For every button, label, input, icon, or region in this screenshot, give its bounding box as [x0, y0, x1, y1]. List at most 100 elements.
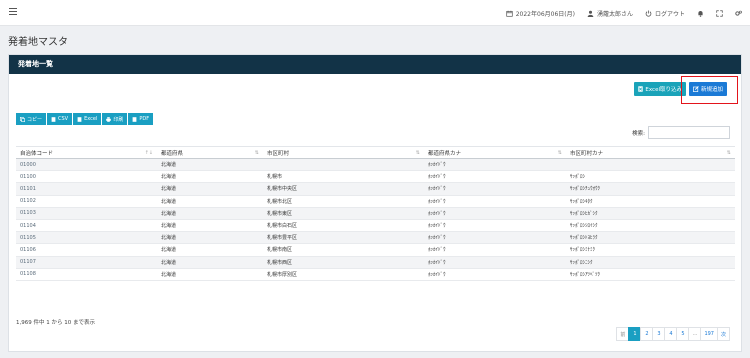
card-actions: Excel取り込み 新規追加	[634, 82, 727, 96]
search-label: 検索:	[632, 130, 645, 137]
user-menu[interactable]: 湧蘿太郎さん	[587, 9, 633, 18]
gears-icon	[735, 10, 742, 16]
power-icon	[645, 10, 652, 17]
cell-code: 01000	[16, 158, 157, 172]
cell-prefecture: 北海道	[157, 182, 263, 196]
col-header-city[interactable]: 市区町村 ⇅	[263, 146, 424, 159]
table-search: 検索:	[632, 126, 730, 139]
page-title: 発着地マスタ	[8, 37, 68, 48]
user-icon	[587, 10, 594, 17]
cell-city-kana: ｻｯﾎﾟﾛｼ	[566, 170, 735, 184]
cell-city	[263, 158, 424, 172]
print-label: 印刷	[113, 116, 124, 123]
table-row[interactable]: 01102 北海道 札幌市北区 ﾎｯｶｲﾄﾞｳ ｻｯﾎﾟﾛｼｷﾀｸ	[16, 195, 735, 208]
date-display: 2022年06月06日(月)	[506, 9, 575, 18]
cell-code: 01104	[16, 219, 157, 233]
table-row[interactable]: 01101 北海道 札幌市中央区 ﾎｯｶｲﾄﾞｳ ｻｯﾎﾟﾛｼﾁｭｳｵｳｸ	[16, 182, 735, 196]
menu-toggle-icon[interactable]	[9, 8, 17, 16]
user-name: 湧蘿太郎さん	[596, 10, 633, 18]
cell-code: 01106	[16, 243, 157, 257]
cell-prefecture-kana: ﾎｯｶｲﾄﾞｳ	[424, 219, 566, 233]
cell-prefecture-kana: ﾎｯｶｲﾄﾞｳ	[424, 170, 566, 184]
col-header-prefecture[interactable]: 都道府県 ⇅	[157, 146, 263, 159]
cell-prefecture-kana: ﾎｯｶｲﾄﾞｳ	[424, 243, 566, 257]
col-header-city-kana[interactable]: 市区町村カナ ⇅	[566, 146, 735, 159]
cell-code: 01103	[16, 207, 157, 220]
search-input[interactable]	[648, 126, 730, 139]
location-table: 自治体コード ↑↓ 都道府県 ⇅ 市区町村 ⇅ 都道府県カナ ⇅ 市区町村カナ ⇅ 010…	[16, 146, 735, 281]
copy-button[interactable]: コピー	[16, 113, 47, 125]
cell-city: 札幌市	[263, 170, 424, 184]
table-row[interactable]: 01107 北海道 札幌市西区 ﾎｯｶｲﾄﾞｳ ｻｯﾎﾟﾛｼﾆｼｸ	[16, 256, 735, 269]
cell-city-kana: ｻｯﾎﾟﾛｼｷﾀｸ	[566, 195, 735, 208]
cell-city: 札幌市南区	[263, 243, 424, 257]
cell-code: 01105	[16, 231, 157, 245]
cell-code: 01107	[16, 256, 157, 269]
cell-prefecture: 北海道	[157, 243, 263, 257]
table-row[interactable]: 01000 北海道 ﾎｯｶｲﾄﾞｳ	[16, 158, 735, 172]
pdf-button[interactable]: PDF	[128, 113, 154, 125]
excel-import-button[interactable]: Excel取り込み	[634, 82, 686, 96]
cell-prefecture: 北海道	[157, 268, 263, 281]
file-icon	[77, 116, 82, 122]
notification-button[interactable]	[697, 10, 704, 17]
table-row[interactable]: 01105 北海道 札幌市豊平区 ﾎｯｶｲﾄﾞｳ ｻｯﾎﾟﾛｼﾄﾖﾋﾗｸ	[16, 231, 735, 245]
pagination: 前 1 2 3 4 5 … 197 次	[616, 327, 730, 341]
cell-code: 01101	[16, 182, 157, 196]
pager-page-last[interactable]: 197	[700, 327, 718, 341]
cell-code: 01102	[16, 195, 157, 208]
cell-city-kana: ｻｯﾎﾟﾛｼﾐﾅﾐｸ	[566, 243, 735, 257]
calendar-icon	[506, 10, 513, 17]
header-label: 市区町村	[267, 150, 290, 157]
file-icon	[51, 116, 56, 122]
cell-city-kana: ｻｯﾎﾟﾛｼﾁｭｳｵｳｸ	[566, 182, 735, 196]
header-label: 都道府県	[161, 150, 184, 157]
cell-prefecture-kana: ﾎｯｶｲﾄﾞｳ	[424, 268, 566, 281]
date-text: 2022年06月06日(月)	[515, 10, 575, 18]
file-pdf-icon	[132, 116, 137, 122]
excel-import-label: Excel取り込み	[645, 87, 682, 93]
sort-icon: ⇅	[557, 150, 562, 156]
top-navbar: 2022年06月06日(月) 湧蘿太郎さん ログアウト	[0, 0, 750, 26]
print-icon	[106, 116, 112, 122]
card-header: 発着地一覧	[9, 55, 741, 74]
cell-city-kana: ｻｯﾎﾟﾛｼﾆｼｸ	[566, 256, 735, 269]
cell-city: 札幌市東区	[263, 207, 424, 220]
header-label: 自治体コード	[20, 150, 54, 157]
logout-label: ログアウト	[654, 10, 685, 18]
table-info: 1,969 件中 1 から 10 まで表示	[16, 320, 95, 326]
top-nav-items: 2022年06月06日(月) 湧蘿太郎さん ログアウト	[494, 0, 742, 26]
table-row[interactable]: 01104 北海道 札幌市白石区 ﾎｯｶｲﾄﾞｳ ｻｯﾎﾟﾛｼｼﾛｲｼｸ	[16, 219, 735, 233]
col-header-code[interactable]: 自治体コード ↑↓	[16, 146, 157, 159]
sort-icon: ⇅	[415, 150, 420, 156]
excel-button[interactable]: Excel	[73, 113, 102, 125]
cell-prefecture-kana: ﾎｯｶｲﾄﾞｳ	[424, 195, 566, 208]
excel-label: Excel	[84, 116, 98, 122]
csv-button[interactable]: CSV	[47, 113, 73, 125]
table-header-row: 自治体コード ↑↓ 都道府県 ⇅ 市区町村 ⇅ 都道府県カナ ⇅ 市区町村カナ ⇅	[16, 146, 735, 159]
file-excel-icon	[638, 86, 644, 92]
settings-button[interactable]	[735, 10, 742, 17]
print-button[interactable]: 印刷	[102, 113, 128, 125]
cell-prefecture-kana: ﾎｯｶｲﾄﾞｳ	[424, 182, 566, 196]
cell-city-kana: ｻｯﾎﾟﾛｼﾄﾖﾋﾗｸ	[566, 231, 735, 245]
cell-city: 札幌市西区	[263, 256, 424, 269]
cell-city: 札幌市白石区	[263, 219, 424, 233]
add-new-button[interactable]: 新規追加	[688, 82, 727, 96]
table-row[interactable]: 01106 北海道 札幌市南区 ﾎｯｶｲﾄﾞｳ ｻｯﾎﾟﾛｼﾐﾅﾐｸ	[16, 243, 735, 257]
header-label: 都道府県カナ	[428, 150, 462, 157]
edit-icon	[693, 86, 699, 92]
table-row[interactable]: 01103 北海道 札幌市東区 ﾎｯｶｲﾄﾞｳ ｻｯﾎﾟﾛｼﾋｶﾞｼｸ	[16, 207, 735, 220]
add-new-label: 新規追加	[700, 87, 723, 93]
table-row[interactable]: 01108 北海道 札幌市厚別区 ﾎｯｶｲﾄﾞｳ ｻｯﾎﾟﾛｼｱﾂﾍﾞﾂｸ	[16, 268, 735, 281]
cell-code: 01100	[16, 170, 157, 184]
table-row[interactable]: 01100 北海道 札幌市 ﾎｯｶｲﾄﾞｳ ｻｯﾎﾟﾛｼ	[16, 170, 735, 184]
pager-next[interactable]: 次	[716, 327, 730, 341]
copy-label: コピー	[27, 116, 43, 123]
cell-city: 札幌市豊平区	[263, 231, 424, 245]
cell-code: 01108	[16, 268, 157, 281]
logout-link[interactable]: ログアウト	[645, 9, 685, 18]
export-toolbar: コピー CSV Excel 印刷 PDF	[16, 113, 154, 125]
fullscreen-button[interactable]	[716, 9, 723, 17]
col-header-prefecture-kana[interactable]: 都道府県カナ ⇅	[424, 146, 566, 159]
